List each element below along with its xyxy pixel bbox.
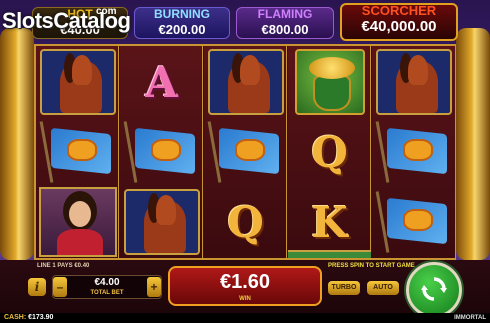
left-dragon-decoration — [0, 28, 34, 260]
letter-a-symbol: A — [145, 57, 178, 107]
reel-5 — [372, 46, 455, 258]
symbol-flag — [122, 118, 201, 186]
next-symbol-peek — [288, 250, 371, 258]
bet-decrease-button[interactable]: – — [53, 277, 67, 297]
cash-balance: CASH: €173.90 — [4, 313, 53, 323]
flag-icon — [375, 191, 451, 253]
symbol-horse — [122, 188, 201, 256]
symbol-letter-q: Q — [206, 188, 285, 256]
symbol-letter-k: K — [290, 188, 369, 256]
flag-icon — [123, 121, 199, 183]
warrior-woman-icon — [38, 187, 117, 257]
watermark-suffix: com — [96, 6, 117, 17]
reel-3: Q — [204, 46, 287, 258]
symbol-woman — [38, 187, 117, 257]
cash-label: CASH: — [4, 314, 27, 321]
bet-increase-button[interactable]: + — [147, 277, 161, 297]
jackpot-scorcher: SCORCHER €40,000.00 — [340, 3, 458, 41]
right-dragon-decoration — [456, 28, 490, 260]
footer-bar — [0, 313, 490, 323]
horse-icon — [207, 49, 284, 115]
reel-2: A — [120, 46, 203, 258]
game-screen: HOT €40.00 BURNING €200.00 FLAMING €800.… — [0, 0, 490, 323]
jackpot-burning: BURNING €200.00 — [134, 7, 230, 39]
symbol-flag — [374, 188, 453, 256]
jackpot-burning-amount: €200.00 — [158, 22, 206, 37]
jackpot-flaming-amount: €800.00 — [261, 22, 309, 37]
autoplay-button[interactable]: AUTO — [367, 281, 399, 295]
symbol-letter-a: A — [122, 48, 201, 116]
spin-arrows-icon — [421, 277, 447, 301]
flag-icon — [207, 121, 283, 183]
symbol-flag — [38, 118, 117, 186]
info-button[interactable]: i — [28, 278, 46, 296]
win-amount: €1.60 — [219, 271, 271, 293]
horse-icon — [123, 189, 200, 255]
horse-icon — [39, 49, 116, 115]
symbol-horse — [206, 48, 285, 116]
reel-grid: A Q Q K — [34, 44, 456, 260]
reel-1 — [36, 46, 119, 258]
letter-k-symbol: K — [311, 197, 348, 247]
letter-q-symbol: Q — [311, 127, 348, 177]
reel-4: Q K — [288, 46, 371, 258]
symbol-flag — [206, 118, 285, 186]
symbol-letter-q: Q — [290, 118, 369, 186]
jackpot-burning-name: BURNING — [154, 7, 210, 21]
symbol-horse — [374, 48, 453, 116]
win-label: WIN — [239, 296, 251, 302]
turbo-button[interactable]: TURBO — [328, 281, 360, 295]
jackpot-flaming: FLAMING €800.00 — [236, 7, 334, 39]
press-spin-hint: PRESS SPIN TO START GAME — [328, 263, 415, 269]
total-bet-amount: €4.00 — [94, 277, 120, 288]
symbol-horse — [38, 48, 117, 116]
total-bet-label: TOTAL BET — [90, 290, 124, 296]
jackpot-scorcher-amount: €40,000.00 — [361, 18, 437, 35]
jackpot-scorcher-name: SCORCHER — [361, 3, 437, 18]
symbol-flag — [374, 118, 453, 186]
horse-icon — [375, 49, 452, 115]
flag-icon — [39, 121, 115, 183]
game-title: IMMORTAL — [454, 315, 486, 321]
symbol-pot — [290, 48, 369, 116]
cash-value: €173.90 — [28, 314, 54, 321]
letter-q-symbol: Q — [227, 197, 264, 247]
gold-pot-icon — [294, 49, 365, 115]
jackpot-flaming-name: FLAMING — [257, 7, 313, 21]
line-pays-text: LINE 1 PAYS €0.40 — [37, 263, 90, 269]
flag-icon — [375, 121, 451, 183]
